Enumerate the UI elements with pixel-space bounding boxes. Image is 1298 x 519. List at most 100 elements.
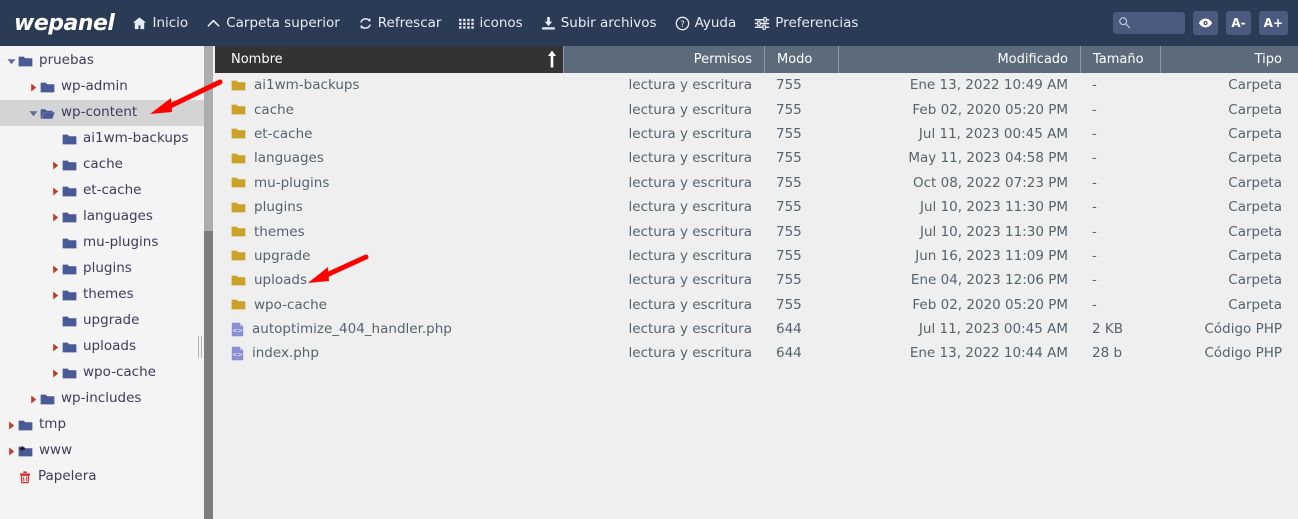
- cell-nombre[interactable]: <> index.php: [215, 345, 563, 361]
- tree-item-upgrade[interactable]: upgrade: [0, 308, 204, 334]
- chevron-right-icon[interactable]: [48, 187, 62, 196]
- chevron-right-icon[interactable]: [48, 369, 62, 378]
- cell-nombre[interactable]: plugins: [215, 199, 563, 215]
- column-header-permisos[interactable]: Permisos: [563, 46, 764, 73]
- tree-item-www[interactable]: www: [0, 438, 204, 464]
- chevron-right-icon[interactable]: [48, 265, 62, 274]
- table-row[interactable]: themes lectura y escritura 755 Jul 10, 2023…: [215, 219, 1298, 243]
- chevron-right-icon[interactable]: [4, 421, 18, 430]
- table-row[interactable]: <> autoptimize_404_handler.php lectura y e…: [215, 317, 1298, 341]
- tree-item-pruebas[interactable]: pruebas: [0, 48, 204, 74]
- table-row[interactable]: languages lectura y escritura 755 May 11, 2…: [215, 146, 1298, 170]
- nav-iconos[interactable]: iconos: [459, 15, 523, 31]
- svg-text:<>: <>: [232, 327, 242, 334]
- eye-icon[interactable]: [1193, 11, 1219, 35]
- nav-label: Refrescar: [377, 15, 442, 31]
- tree-item-mu-plugins[interactable]: mu-plugins: [0, 230, 204, 256]
- chevron-down-icon[interactable]: [4, 57, 18, 66]
- nav-inicio[interactable]: Inicio: [132, 15, 188, 31]
- folder-icon: [231, 103, 246, 116]
- panel-splitter-handle[interactable]: [198, 336, 204, 358]
- table-row[interactable]: <> index.php lectura y escritura 644 Ene 13,…: [215, 341, 1298, 365]
- cell-nombre[interactable]: <> autoptimize_404_handler.php: [215, 321, 563, 337]
- chevron-right-icon[interactable]: [26, 395, 40, 404]
- nav-refrescar[interactable]: Refrescar: [358, 15, 442, 31]
- cell-nombre[interactable]: uploads: [215, 272, 563, 288]
- table-row[interactable]: uploads lectura y escritura 755 Ene 04, 202…: [215, 268, 1298, 292]
- chevron-right-icon[interactable]: [48, 343, 62, 352]
- chevron-right-icon[interactable]: [48, 161, 62, 170]
- table-row[interactable]: wpo-cache lectura y escritura 755 Feb 02, 2…: [215, 293, 1298, 317]
- chevron-right-icon[interactable]: [4, 447, 18, 456]
- tree-item-uploads[interactable]: uploads: [0, 334, 204, 360]
- cell-permisos: lectura y escritura: [628, 150, 752, 167]
- nav-subir-archivos[interactable]: Subir archivos: [541, 15, 657, 31]
- chevron-right-icon[interactable]: [26, 83, 40, 92]
- cell-tamano: -: [1092, 125, 1097, 142]
- php-file-icon: <>: [231, 346, 244, 361]
- font-decrease-button[interactable]: A-: [1226, 11, 1251, 35]
- chevron-right-icon[interactable]: [48, 291, 62, 300]
- cell-nombre[interactable]: upgrade: [215, 248, 563, 264]
- file-name-label: wpo-cache: [254, 296, 327, 313]
- column-header-nombre[interactable]: Nombre: [215, 46, 563, 73]
- cell-nombre[interactable]: wpo-cache: [215, 297, 563, 313]
- folder-icon: [231, 152, 246, 165]
- cell-nombre[interactable]: et-cache: [215, 126, 563, 142]
- tree-item-themes[interactable]: themes: [0, 282, 204, 308]
- tree-item-label: upgrade: [83, 312, 140, 329]
- grid-icon: [459, 17, 475, 30]
- font-increase-button[interactable]: A+: [1258, 11, 1288, 35]
- chevron-up-icon: [206, 16, 221, 31]
- tree-item-ai1wm-backups[interactable]: ai1wm-backups: [0, 126, 204, 152]
- table-row[interactable]: et-cache lectura y escritura 755 Jul 11, 20…: [215, 122, 1298, 146]
- nav-preferencias[interactable]: Preferencias: [754, 15, 858, 31]
- cell-nombre[interactable]: cache: [215, 102, 563, 118]
- sidebar-scrollbar-lower[interactable]: [204, 231, 213, 519]
- cell-nombre[interactable]: mu-plugins: [215, 175, 563, 191]
- nav-label: Subir archivos: [560, 15, 657, 31]
- brand-logo[interactable]: wepanel: [14, 11, 115, 36]
- column-label: Tipo: [1254, 52, 1282, 67]
- folder-icon: [62, 237, 77, 250]
- folder-tree-sidebar[interactable]: pruebas wp-admin wp-content ai1wm-backups ca…: [0, 46, 204, 519]
- table-row[interactable]: mu-plugins lectura y escritura 755 Oct 08, …: [215, 171, 1298, 195]
- search-input[interactable]: [1113, 12, 1186, 34]
- cell-modo: 755: [776, 101, 802, 118]
- cell-nombre[interactable]: themes: [215, 224, 563, 240]
- tree-item-wp-includes[interactable]: wp-includes: [0, 386, 204, 412]
- table-row[interactable]: plugins lectura y escritura 755 Jul 10, 202…: [215, 195, 1298, 219]
- file-name-label: languages: [254, 150, 324, 167]
- table-row[interactable]: cache lectura y escritura 755 Feb 02, 2020 …: [215, 97, 1298, 121]
- tree-item-languages[interactable]: languages: [0, 204, 204, 230]
- nav-ayuda[interactable]: ? Ayuda: [675, 15, 736, 31]
- table-row[interactable]: upgrade lectura y escritura 755 Jun 16, 202…: [215, 244, 1298, 268]
- cell-permisos: lectura y escritura: [628, 272, 752, 289]
- sidebar-scrollbar-thumb[interactable]: [204, 46, 213, 231]
- column-header-modificado[interactable]: Modificado: [838, 46, 1080, 73]
- tree-item-wp-content[interactable]: wp-content: [0, 100, 204, 126]
- tree-item-papelera[interactable]: Papelera: [0, 464, 204, 490]
- tree-item-wp-admin[interactable]: wp-admin: [0, 74, 204, 100]
- file-name-label: upgrade: [254, 247, 311, 264]
- chevron-right-icon[interactable]: [48, 213, 62, 222]
- nav-carpeta-superior[interactable]: Carpeta superior: [206, 15, 340, 31]
- tree-item-tmp[interactable]: tmp: [0, 412, 204, 438]
- cell-modificado: Ene 04, 2023 12:06 PM: [910, 272, 1068, 289]
- tree-item-et-cache[interactable]: et-cache: [0, 178, 204, 204]
- cell-nombre[interactable]: ai1wm-backups: [215, 77, 563, 93]
- chevron-down-icon[interactable]: [26, 109, 40, 118]
- cell-tipo: Código PHP: [1204, 345, 1282, 362]
- cell-tipo: Carpeta: [1228, 174, 1282, 191]
- tree-item-wpo-cache[interactable]: wpo-cache: [0, 360, 204, 386]
- column-header-tipo[interactable]: Tipo: [1160, 46, 1298, 73]
- tree-item-plugins[interactable]: plugins: [0, 256, 204, 282]
- tree-item-cache[interactable]: cache: [0, 152, 204, 178]
- folder-icon: [62, 367, 77, 380]
- table-row[interactable]: ai1wm-backups lectura y escritura 755 Ene 1…: [215, 73, 1298, 97]
- refresh-icon: [358, 16, 373, 31]
- column-header-modo[interactable]: Modo: [764, 46, 838, 73]
- cell-permisos: lectura y escritura: [628, 125, 752, 142]
- cell-nombre[interactable]: languages: [215, 150, 563, 166]
- column-header-tamano[interactable]: Tamaño: [1080, 46, 1160, 73]
